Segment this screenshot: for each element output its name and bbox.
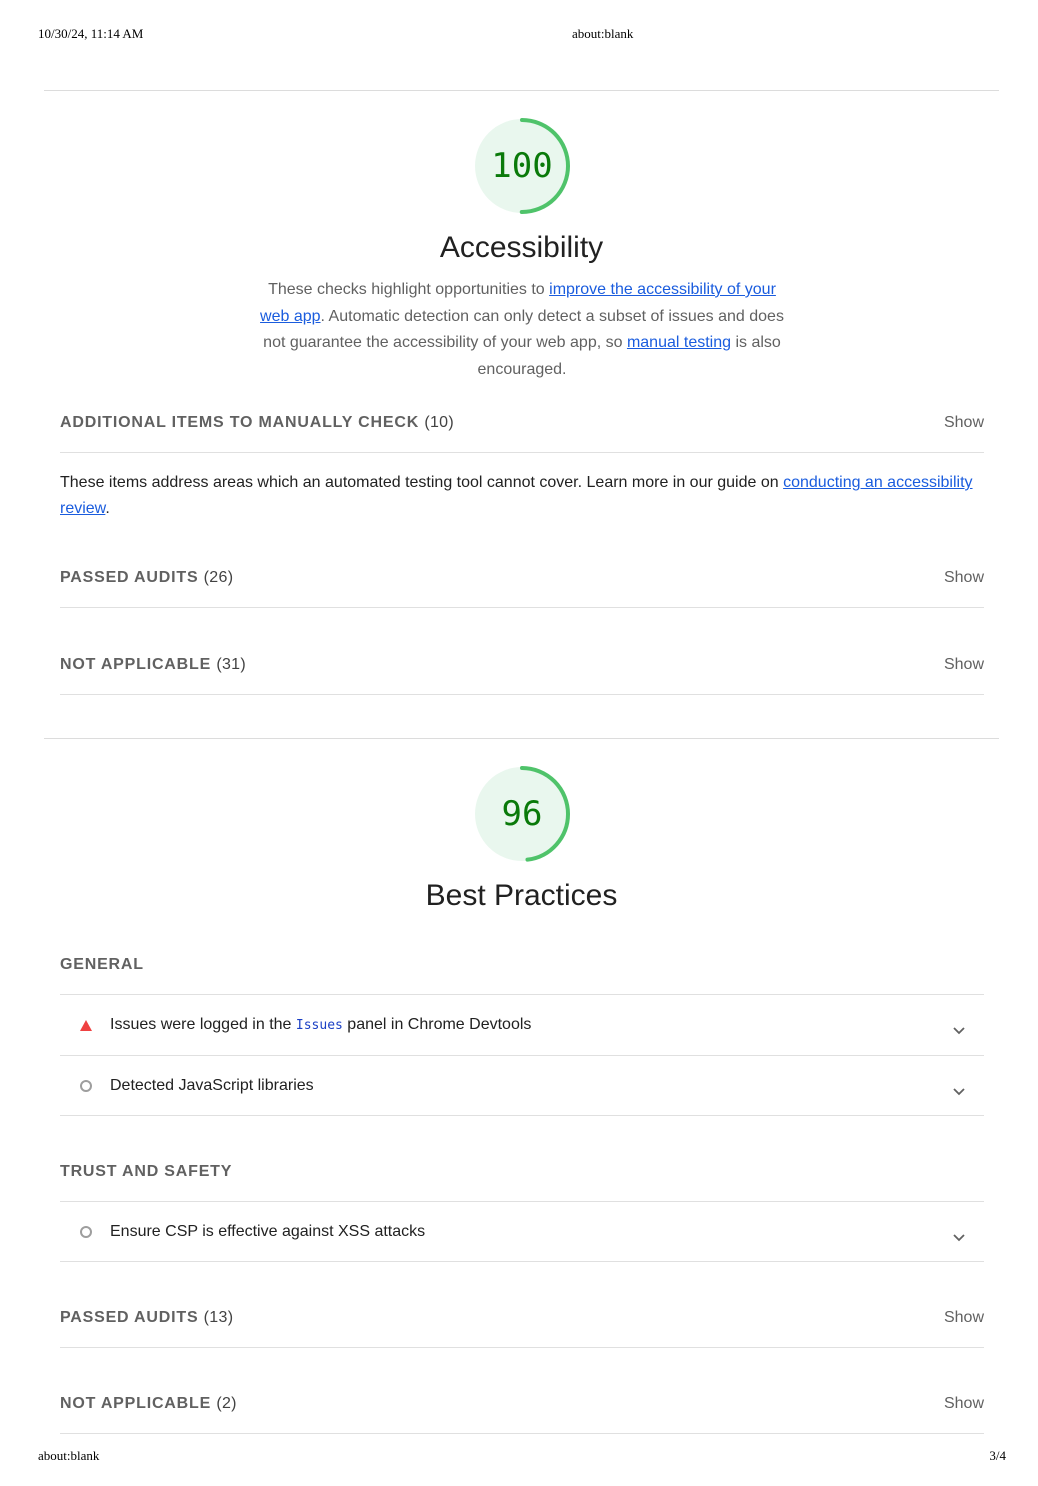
manual-check-description: These items address areas which an autom… bbox=[60, 470, 990, 522]
group-divider bbox=[60, 694, 984, 695]
general-group-title: GENERAL bbox=[60, 956, 144, 973]
red-triangle-icon bbox=[79, 1016, 93, 1037]
audit-title-text: Issues were logged in the bbox=[110, 1016, 296, 1033]
best-practices-not-applicable-group-header[interactable]: NOT APPLICABLE (2) Show bbox=[60, 1395, 984, 1413]
print-footer: about:blank 3/4 bbox=[38, 1448, 1006, 1464]
trust-and-safety-group-title: TRUST AND SAFETY bbox=[60, 1163, 233, 1180]
group-count: (13) bbox=[203, 1309, 234, 1326]
print-url: about:blank bbox=[572, 26, 634, 41]
section-divider bbox=[44, 738, 999, 739]
best-practices-score-gauge[interactable]: 96 bbox=[472, 764, 572, 864]
accessibility-passed-group-header[interactable]: PASSED AUDITS (26) Show bbox=[60, 569, 984, 587]
chevron-down-icon[interactable] bbox=[952, 1022, 966, 1040]
audit-title: Detected JavaScript libraries bbox=[110, 1077, 314, 1094]
group-divider bbox=[60, 452, 984, 453]
group-title-text: ADDITIONAL ITEMS TO MANUALLY CHECK bbox=[60, 414, 420, 431]
desc-text: These items address areas which an autom… bbox=[60, 474, 784, 491]
show-button[interactable]: Show bbox=[944, 414, 984, 432]
group-title: ADDITIONAL ITEMS TO MANUALLY CHECK (10) bbox=[60, 414, 454, 432]
group-title-text: NOT APPLICABLE bbox=[60, 1395, 212, 1412]
group-title: NOT APPLICABLE (2) bbox=[60, 1395, 237, 1413]
group-title: NOT APPLICABLE (31) bbox=[60, 656, 246, 674]
show-button[interactable]: Show bbox=[944, 1309, 984, 1327]
desc-text: These checks highlight opportunities to bbox=[268, 281, 550, 298]
chevron-down-icon[interactable] bbox=[952, 1229, 966, 1247]
gray-circle-icon bbox=[79, 1223, 93, 1244]
best-practices-score-value: 96 bbox=[501, 794, 543, 834]
audit-divider bbox=[60, 1115, 984, 1116]
audit-js-libraries[interactable]: Detected JavaScript libraries bbox=[60, 1077, 984, 1137]
show-button[interactable]: Show bbox=[944, 656, 984, 674]
group-title-text: NOT APPLICABLE bbox=[60, 656, 212, 673]
manual-check-group-header[interactable]: ADDITIONAL ITEMS TO MANUALLY CHECK (10) … bbox=[60, 414, 984, 432]
group-divider bbox=[60, 1347, 984, 1348]
gray-circle-icon bbox=[79, 1077, 93, 1098]
group-count: (31) bbox=[216, 656, 246, 673]
group-divider bbox=[60, 1201, 984, 1202]
issues-code: Issues bbox=[295, 1018, 343, 1033]
audit-title: Issues were logged in the Issues panel i… bbox=[110, 1016, 531, 1034]
accessibility-title: Accessibility bbox=[439, 231, 604, 264]
group-count: (10) bbox=[424, 414, 454, 431]
accessibility-not-applicable-group-header[interactable]: NOT APPLICABLE (31) Show bbox=[60, 656, 984, 674]
accessibility-score-value: 100 bbox=[491, 146, 553, 186]
manual-testing-link[interactable]: manual testing bbox=[627, 334, 731, 351]
accessibility-score-gauge[interactable]: 100 bbox=[472, 116, 572, 216]
accessibility-description: These checks highlight opportunities to … bbox=[252, 277, 792, 383]
group-title: PASSED AUDITS (26) bbox=[60, 569, 233, 587]
group-title: PASSED AUDITS (13) bbox=[60, 1309, 233, 1327]
audit-issues-logged[interactable]: Issues were logged in the Issues panel i… bbox=[60, 1016, 984, 1076]
section-divider bbox=[44, 90, 999, 91]
group-title-text: PASSED AUDITS bbox=[60, 569, 199, 586]
audit-divider bbox=[60, 1055, 984, 1056]
audit-divider bbox=[60, 1261, 984, 1262]
best-practices-passed-group-header[interactable]: PASSED AUDITS (13) Show bbox=[60, 1309, 984, 1327]
audit-title: Ensure CSP is effective against XSS atta… bbox=[110, 1223, 426, 1240]
group-count: (26) bbox=[203, 569, 234, 586]
group-count: (2) bbox=[216, 1395, 237, 1412]
chevron-down-icon[interactable] bbox=[952, 1083, 966, 1101]
show-button[interactable]: Show bbox=[944, 569, 984, 587]
group-divider bbox=[60, 1433, 984, 1434]
show-button[interactable]: Show bbox=[944, 1395, 984, 1413]
audit-csp-xss[interactable]: Ensure CSP is effective against XSS atta… bbox=[60, 1223, 984, 1283]
print-page-number: 3/4 bbox=[989, 1448, 1006, 1463]
group-divider bbox=[60, 994, 984, 995]
print-footer-url: about:blank bbox=[38, 1448, 100, 1463]
print-timestamp: 10/30/24, 11:14 AM bbox=[38, 26, 144, 41]
desc-text: . bbox=[105, 500, 110, 517]
print-header: 10/30/24, 11:14 AM about:blank bbox=[38, 26, 1006, 42]
group-divider bbox=[60, 607, 984, 608]
best-practices-title: Best Practices bbox=[425, 879, 618, 912]
audit-title-text: panel in Chrome Devtools bbox=[342, 1016, 532, 1033]
group-title-text: PASSED AUDITS bbox=[60, 1309, 199, 1326]
